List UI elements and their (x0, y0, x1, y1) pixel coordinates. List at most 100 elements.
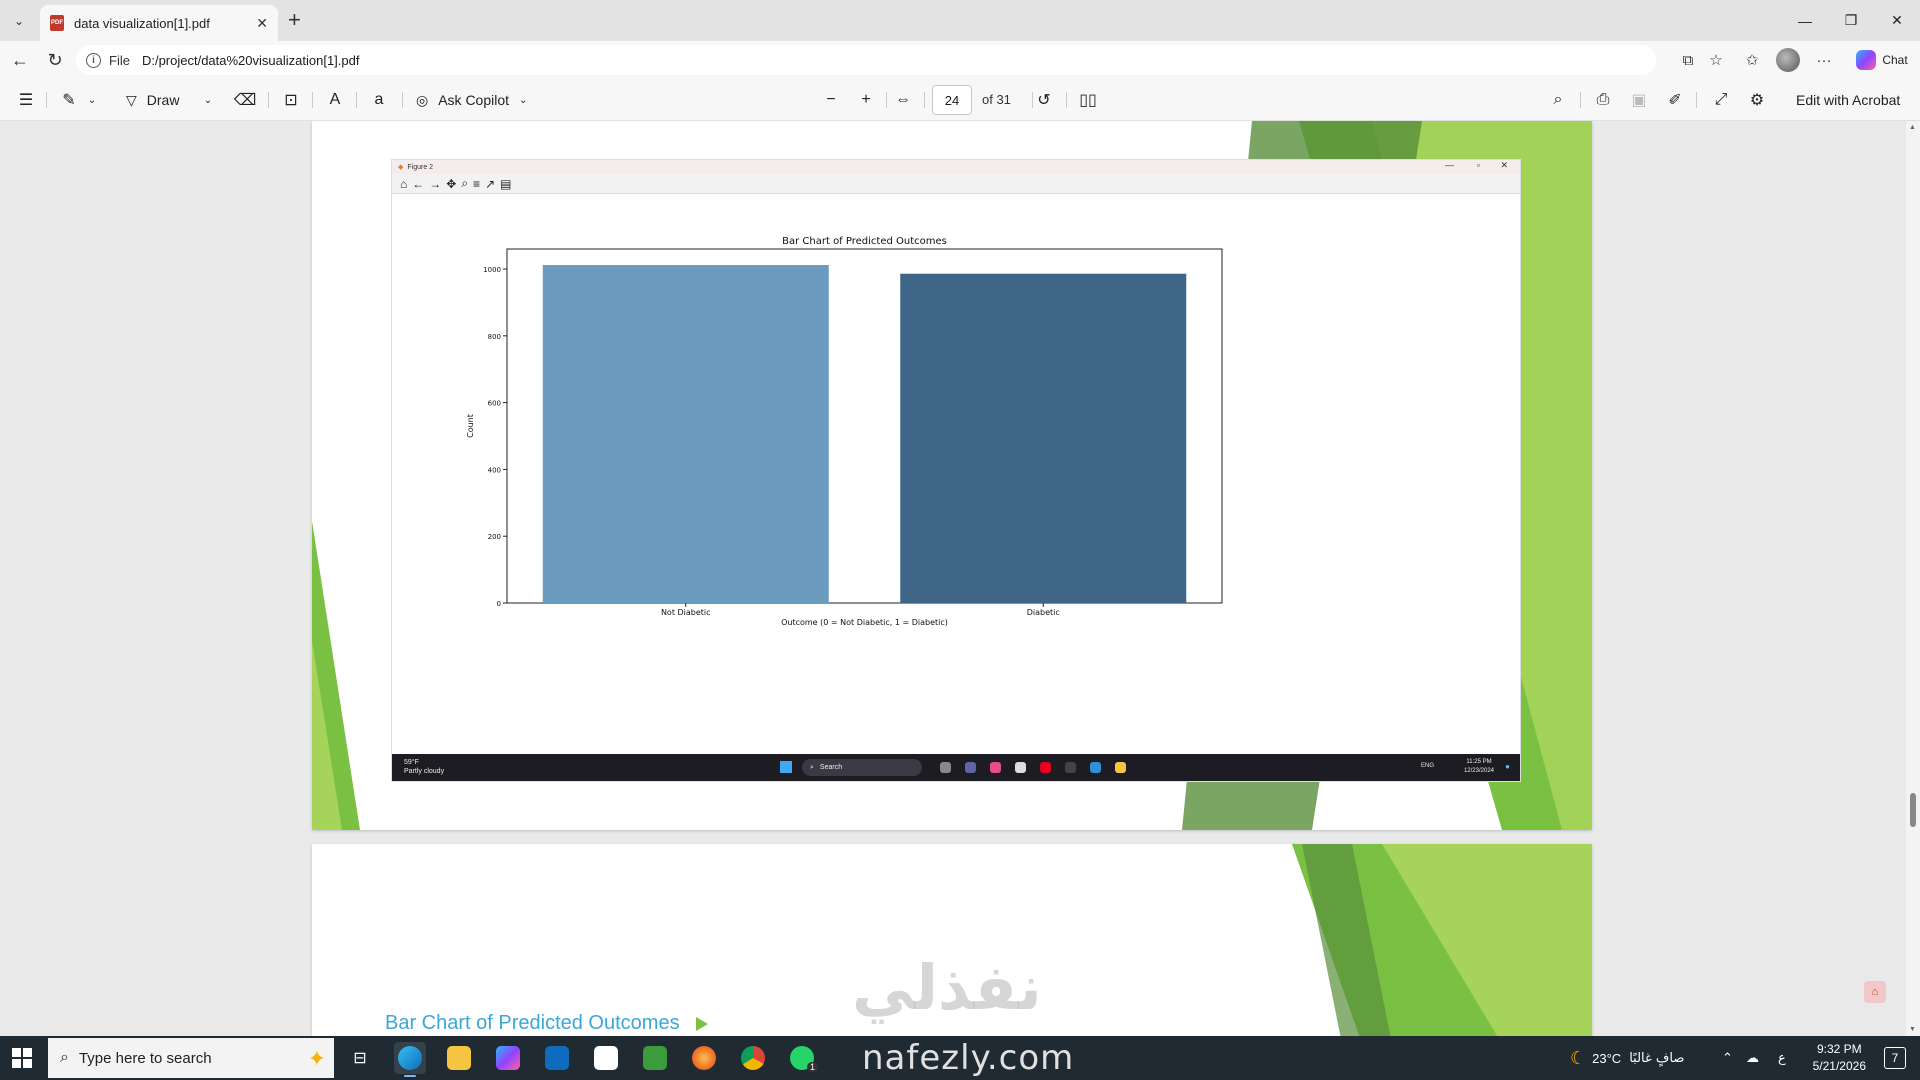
back-button[interactable]: ← (7, 48, 33, 72)
tab-close-icon[interactable]: ✕ (256, 15, 268, 32)
figure-restore-icon: ▫ (1476, 160, 1480, 170)
print-button[interactable]: ⎙ (1590, 88, 1616, 112)
draw-button[interactable]: ▽ Draw (126, 88, 179, 112)
erase-button[interactable]: ⌫ (232, 88, 258, 112)
rotate-button[interactable]: ↺ (1031, 88, 1057, 112)
taskbar-camtasia[interactable] (639, 1042, 671, 1074)
fit-to-page-button[interactable]: ⇔ (890, 88, 916, 112)
read-aloud-button[interactable]: ⧉ (1676, 48, 1700, 72)
plus-icon: + (861, 91, 871, 108)
contents-button[interactable]: ☰ (13, 88, 39, 112)
y-tick-label: 600 (488, 400, 501, 408)
zoom-out-button[interactable]: − (818, 88, 844, 112)
app-icon (1115, 762, 1126, 773)
pan-icon: ✥ (446, 176, 457, 191)
folder-icon (447, 1046, 471, 1070)
immersive-reader-icon: ⧉ (1682, 51, 1694, 69)
edit-with-acrobat-button[interactable]: Edit with Acrobat (1796, 88, 1900, 112)
taskbar-edge[interactable] (394, 1042, 426, 1077)
ask-copilot-button[interactable]: ◎ Ask Copilot ⌄ (416, 88, 527, 112)
onedrive-button[interactable]: ☁ (1746, 1036, 1759, 1080)
translate-button[interactable]: a (366, 88, 392, 112)
favorites-button[interactable]: ✩ (1740, 48, 1764, 72)
app-icon (1090, 762, 1101, 773)
expand-icon: ⤢ (1714, 91, 1728, 108)
scroll-down-icon[interactable]: ▼ (1909, 1026, 1916, 1033)
scrollbar-thumb[interactable] (1910, 793, 1916, 827)
pen-icon: ▽ (126, 91, 137, 108)
divider (356, 92, 357, 108)
page-number-input[interactable]: 24 (932, 85, 972, 115)
zoom-in-button[interactable]: + (853, 88, 879, 112)
taskbar-chrome[interactable] (737, 1042, 769, 1074)
show-hidden-icons-button[interactable]: ⌃ (1722, 1036, 1733, 1080)
gear-icon: ⚙ (1749, 92, 1765, 109)
pdf-float-icon[interactable]: ⌂ (1864, 981, 1886, 1003)
more-button[interactable]: ··· (1812, 48, 1836, 72)
divider (1066, 92, 1067, 108)
copilot-chat-button[interactable]: Chat (1850, 48, 1914, 72)
triangle-bullet-icon (695, 1016, 708, 1031)
new-tab-button[interactable]: + (288, 8, 301, 32)
pdf-toolbar: ☰ ✎ ⌄ ▽ Draw ⌄ ⌫ ⊡ A a ◎ Ask Copilot ⌄ −… (0, 79, 1920, 121)
restore-icon: ❐ (1844, 12, 1858, 28)
taskbar-firefox[interactable] (688, 1042, 720, 1074)
favorite-button[interactable]: ☆ (1704, 48, 1728, 72)
favorites-list-icon: ✩ (1745, 52, 1759, 69)
save-button[interactable]: ▣ (1626, 88, 1652, 112)
taskbar-store[interactable] (590, 1042, 622, 1074)
chevron-down-icon: ⌄ (203, 94, 213, 106)
firefox-icon (692, 1046, 716, 1070)
weather-widget[interactable]: ☾ 23°C صافٍ غالبًا (1570, 1036, 1684, 1080)
save-figure-icon: ▤ (500, 176, 512, 191)
scroll-up-icon[interactable]: ▲ (1909, 124, 1916, 131)
tab-active[interactable]: PDF data visualization[1].pdf ✕ (40, 5, 278, 41)
cloud-icon: ☁ (1746, 1050, 1759, 1065)
read-aloud-pdf-button[interactable]: A (322, 88, 348, 112)
fullscreen-button[interactable]: ⤢ (1708, 88, 1734, 112)
vertical-scrollbar[interactable]: ▲ ▼ (1906, 121, 1920, 1036)
taskbar-file-explorer[interactable] (443, 1042, 475, 1074)
taskbar-whatsapp[interactable]: 1 (786, 1042, 818, 1074)
embedded-windows-icon (780, 761, 792, 773)
taskbar-search-input[interactable]: ⌕ Type here to search ✦ (48, 1038, 334, 1078)
tab-list-button[interactable]: ⌄ (6, 9, 32, 33)
save-as-button[interactable]: ✐ (1662, 88, 1688, 112)
x-axis-label: Outcome (0 = Not Diabetic, 1 = Diabetic) (781, 618, 948, 627)
outlook-icon (545, 1046, 569, 1070)
input-language-button[interactable]: ع (1778, 1036, 1786, 1080)
task-view-button[interactable]: ⊟ (344, 1042, 376, 1074)
taskbar-copilot[interactable] (492, 1042, 524, 1074)
divider (886, 92, 887, 108)
close-window-button[interactable]: ✕ (1874, 0, 1920, 41)
back-arrow-icon: ← (11, 49, 29, 70)
embedded-search: ⌕ Search (802, 759, 922, 776)
taskbar-clock[interactable]: 9:32 PM 5/21/2026 (1813, 1041, 1866, 1075)
avatar (1776, 48, 1800, 72)
add-text-button[interactable]: ⊡ (278, 88, 304, 112)
pdf-settings-button[interactable]: ⚙ (1744, 88, 1770, 112)
divider (1580, 92, 1581, 108)
restore-button[interactable]: ❐ (1828, 0, 1874, 41)
app-icon (1065, 762, 1076, 773)
highlight-button[interactable]: ✎ (56, 88, 82, 112)
minimize-button[interactable]: — (1782, 0, 1828, 41)
pdf-viewer[interactable]: ◆ Figure 2 — ▫ ✕ ⌂ ← → ✥ ⌕ ≡ ↗ ▤ Bar Cha… (0, 121, 1920, 1036)
embedded-date: 12/23/2024 (1463, 768, 1494, 774)
windows-start-icon[interactable] (12, 1048, 32, 1068)
page-view-button[interactable]: ▯▯ (1075, 88, 1101, 112)
app-icon (940, 762, 951, 773)
taskbar-outlook[interactable] (541, 1042, 573, 1074)
refresh-button[interactable]: ↻ (42, 48, 68, 72)
find-button[interactable]: ⌕ (1545, 88, 1571, 112)
rotate-icon: ↺ (1037, 92, 1051, 109)
address-bar-row: ← ↻ i File D:/project/data%20visualizati… (0, 41, 1920, 79)
tab-strip: ⌄ PDF data visualization[1].pdf ✕ + — ❐ … (0, 0, 1920, 41)
profile-button[interactable] (1776, 48, 1800, 72)
draw-options-button[interactable]: ⌄ (200, 88, 216, 112)
info-icon[interactable]: i (86, 52, 101, 68)
notification-center-button[interactable]: 7 (1884, 1047, 1906, 1069)
text-box-icon: ⊡ (284, 92, 298, 109)
address-input[interactable]: i File D:/project/data%20visualization[1… (76, 45, 1656, 75)
highlight-options-button[interactable]: ⌄ (84, 88, 100, 112)
